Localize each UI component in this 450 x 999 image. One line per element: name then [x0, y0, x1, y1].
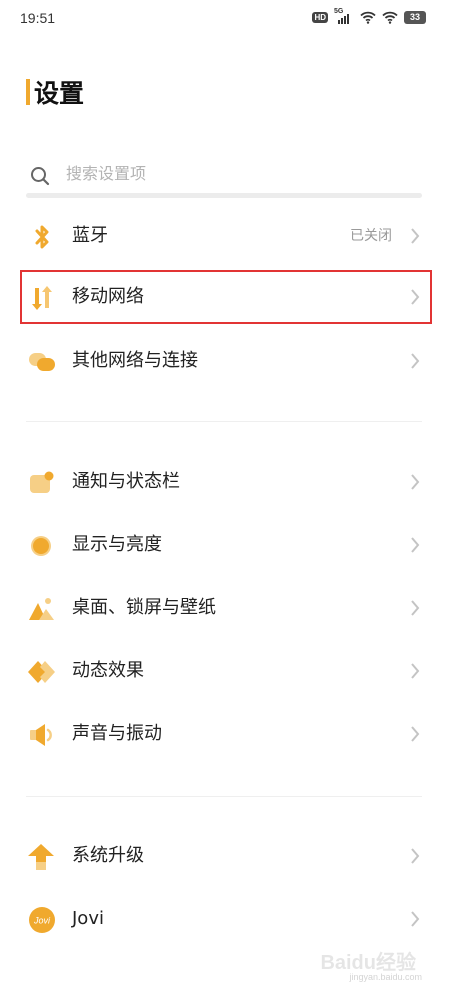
bluetooth-status-value: 已关闭: [350, 228, 392, 244]
settings-item-other-networks[interactable]: 其他网络与连接: [22, 330, 430, 392]
battery-icon: 33: [404, 10, 426, 24]
jovi-icon-text: Jovi: [33, 916, 51, 926]
settings-item-jovi[interactable]: Jovi Jovi: [22, 888, 430, 950]
settings-item-label: 通知与状态栏: [72, 471, 180, 492]
status-time: 19:51: [20, 10, 56, 26]
chevron-right-icon: [411, 911, 420, 927]
settings-item-label: 动态效果: [72, 660, 144, 681]
watermark-url: jingyan.baidu.com: [349, 972, 422, 982]
settings-item-sound[interactable]: 声音与振动: [22, 703, 430, 765]
settings-item-label: 声音与振动: [72, 723, 162, 744]
bluetooth-icon: [35, 225, 49, 249]
chevron-right-icon: [411, 353, 420, 369]
page-title: 设置: [34, 79, 85, 108]
chevron-right-icon: [411, 537, 420, 553]
wifi-icon: [360, 11, 376, 24]
chevron-right-icon: [411, 289, 420, 305]
mobile-data-icon: [32, 286, 52, 310]
settings-item-system-update[interactable]: 系统升级: [22, 825, 430, 887]
chevron-right-icon: [411, 663, 420, 679]
section-divider: [26, 796, 422, 797]
settings-item-label: 系统升级: [72, 845, 144, 866]
settings-item-wallpaper[interactable]: 桌面、锁屏与壁纸: [22, 577, 430, 639]
settings-item-label: 蓝牙: [72, 225, 108, 246]
chevron-right-icon: [411, 228, 420, 244]
section-divider: [26, 421, 422, 422]
settings-item-label: 其他网络与连接: [72, 350, 198, 371]
settings-item-label: 显示与亮度: [72, 534, 162, 555]
hd-badge: HD: [312, 11, 328, 23]
wifi-icon: [382, 11, 398, 24]
status-icons: HD 5G 33: [312, 8, 426, 24]
settings-item-label: Jovi: [72, 908, 104, 929]
link-icon: [29, 353, 55, 371]
brightness-icon: [31, 536, 51, 556]
search-icon: [31, 167, 50, 186]
jovi-icon: Jovi: [29, 907, 55, 933]
settings-item-label: 桌面、锁屏与壁纸: [72, 597, 216, 618]
notification-icon: [30, 471, 54, 493]
watermark: Baidu经验: [320, 952, 416, 974]
page-header: 设置: [26, 74, 84, 110]
title-accent-bar: [26, 79, 30, 105]
settings-item-animations[interactable]: 动态效果: [22, 640, 430, 702]
chevron-right-icon: [411, 474, 420, 490]
settings-item-mobile-network[interactable]: 移动网络: [20, 270, 432, 324]
update-arrow-icon: [28, 844, 54, 870]
search-input[interactable]: [66, 164, 406, 183]
settings-item-bluetooth[interactable]: 蓝牙 已关闭: [22, 205, 430, 267]
status-bar: 19:51 HD 5G 33: [0, 0, 450, 36]
speaker-icon: [30, 724, 52, 746]
cellular-signal-icon: 5G: [334, 8, 354, 24]
settings-item-display[interactable]: 显示与亮度: [22, 514, 430, 576]
settings-item-notifications[interactable]: 通知与状态栏: [22, 451, 430, 513]
settings-item-label: 移动网络: [72, 286, 144, 307]
search-underline: [26, 193, 422, 198]
chevron-right-icon: [411, 726, 420, 742]
chevron-right-icon: [411, 848, 420, 864]
wallpaper-icon: [29, 598, 54, 620]
animation-icon: [28, 661, 55, 683]
chevron-right-icon: [411, 600, 420, 616]
search-bar[interactable]: [26, 152, 422, 198]
